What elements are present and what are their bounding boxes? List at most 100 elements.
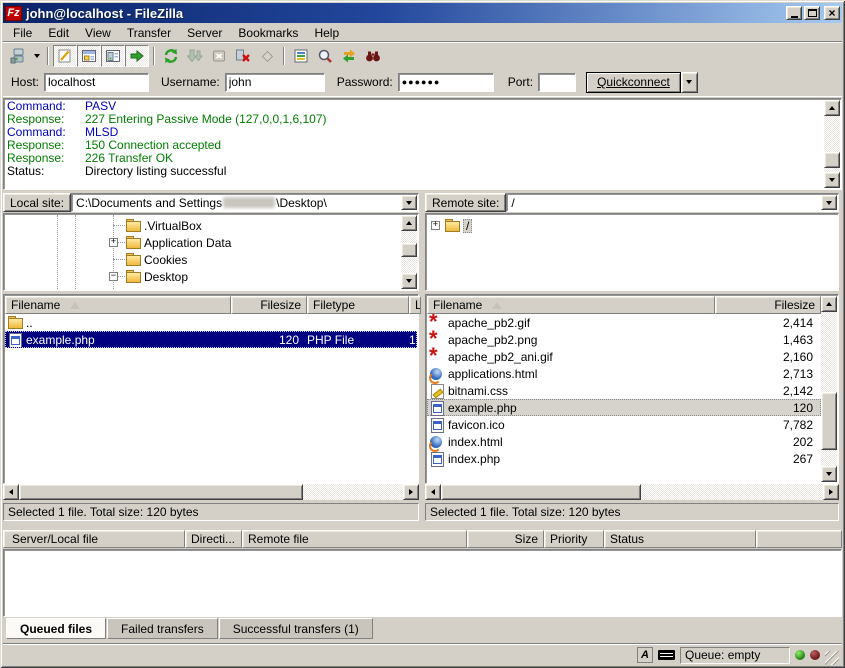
- file-row[interactable]: apache_pb2_ani.gif2,160: [427, 348, 821, 365]
- arrow-down-icon: [829, 178, 835, 182]
- column-header-filetype[interactable]: Filetype: [307, 296, 409, 314]
- toggle-message-log-button[interactable]: [53, 45, 77, 67]
- remote-site-combo[interactable]: /: [506, 193, 839, 212]
- scroll-up-button[interactable]: [821, 296, 837, 312]
- file-row[interactable]: apache_pb2.gif2,414: [427, 314, 821, 331]
- collapse-icon[interactable]: −: [109, 272, 118, 281]
- refresh-button[interactable]: [159, 45, 183, 67]
- scroll-thumb[interactable]: [19, 484, 303, 500]
- scroll-thumb[interactable]: [824, 152, 840, 168]
- local-tree-scrollbar[interactable]: [401, 215, 417, 289]
- column-header-server-local-file[interactable]: Server/Local file: [3, 530, 185, 548]
- remote-site-combo-dropdown[interactable]: [821, 195, 837, 210]
- username-input[interactable]: [225, 73, 325, 92]
- scroll-up-button[interactable]: [824, 100, 840, 116]
- local-pane-status: Selected 1 file. Total size: 120 bytes: [3, 503, 419, 521]
- port-input[interactable]: [538, 73, 576, 92]
- tree-item-application-data[interactable]: + Application Data: [5, 234, 383, 251]
- filezilla-app-icon[interactable]: Fz: [5, 6, 22, 21]
- scroll-down-button[interactable]: [821, 466, 837, 482]
- tree-item-desktop[interactable]: − Desktop: [5, 268, 383, 285]
- expand-icon[interactable]: +: [109, 238, 118, 247]
- column-header-filename[interactable]: Filename: [5, 296, 231, 314]
- tab-successful-transfers[interactable]: Successful transfers (1): [219, 618, 373, 639]
- column-header-filename[interactable]: Filename: [427, 296, 715, 314]
- tree-item-root[interactable]: + /: [426, 217, 837, 234]
- tree-item-virtualbox[interactable]: .VirtualBox: [5, 217, 383, 234]
- scroll-up-button[interactable]: [401, 215, 417, 231]
- minimize-button[interactable]: [786, 6, 802, 20]
- scroll-left-button[interactable]: [3, 484, 19, 500]
- title-bar[interactable]: Fz john@localhost - FileZilla ×: [3, 3, 842, 23]
- file-row[interactable]: applications.html2,713: [427, 365, 821, 382]
- file-name: bitnami.css: [448, 384, 508, 398]
- toggle-remote-tree-button[interactable]: [101, 45, 125, 67]
- file-row[interactable]: index.php267: [427, 450, 821, 467]
- file-row[interactable]: favicon.ico7,782: [427, 416, 821, 433]
- file-row[interactable]: bitnami.css2,142: [427, 382, 821, 399]
- arrow-left-icon: [431, 489, 435, 495]
- menu-server[interactable]: Server: [179, 25, 230, 41]
- maximize-button[interactable]: [804, 6, 820, 20]
- password-input[interactable]: [398, 73, 494, 92]
- scroll-right-button[interactable]: [403, 484, 419, 500]
- menu-view[interactable]: View: [77, 25, 119, 41]
- tree-item-cookies[interactable]: Cookies: [5, 251, 383, 268]
- column-header-status[interactable]: Status: [604, 530, 756, 548]
- remote-list-scrollbar[interactable]: [821, 296, 837, 482]
- local-site-combo[interactable]: C:\Documents and Settings\Desktop\: [71, 193, 419, 212]
- scroll-down-button[interactable]: [401, 273, 417, 289]
- abort-button[interactable]: [255, 45, 279, 67]
- remote-hscrollbar[interactable]: [425, 484, 839, 500]
- local-site-combo-dropdown[interactable]: [401, 195, 417, 210]
- disconnect-button[interactable]: [231, 45, 255, 67]
- toggle-transfer-queue-button[interactable]: [125, 45, 149, 67]
- scroll-thumb[interactable]: [401, 243, 417, 257]
- column-header-filesize[interactable]: Filesize: [231, 296, 307, 314]
- scroll-thumb[interactable]: [441, 484, 641, 500]
- cancel-operation-button[interactable]: [207, 45, 231, 67]
- menu-edit[interactable]: Edit: [40, 25, 77, 41]
- scroll-left-button[interactable]: [425, 484, 441, 500]
- speed-limit-icon[interactable]: [658, 650, 675, 660]
- file-row[interactable]: index.html202: [427, 433, 821, 450]
- column-header-filesize[interactable]: Filesize: [715, 296, 821, 314]
- menu-file[interactable]: File: [5, 25, 40, 41]
- scroll-right-button[interactable]: [823, 484, 839, 500]
- menu-bookmarks[interactable]: Bookmarks: [230, 25, 306, 41]
- process-queue-button[interactable]: [183, 45, 207, 67]
- log-label: Status:: [7, 165, 85, 178]
- file-row[interactable]: apache_pb2.png1,463: [427, 331, 821, 348]
- column-header-direction[interactable]: Directi...: [185, 530, 242, 548]
- resize-grip[interactable]: [825, 651, 839, 665]
- site-manager-dropdown[interactable]: [30, 45, 43, 67]
- directory-filter-button[interactable]: [289, 45, 313, 67]
- menu-transfer[interactable]: Transfer: [119, 25, 179, 41]
- column-header-size[interactable]: Size: [467, 530, 544, 548]
- scroll-thumb[interactable]: [821, 392, 837, 450]
- site-manager-button[interactable]: [6, 45, 30, 67]
- find-files-button[interactable]: [361, 45, 385, 67]
- expand-icon[interactable]: +: [431, 221, 440, 230]
- toggle-local-tree-button[interactable]: [77, 45, 101, 67]
- queue-body[interactable]: [3, 549, 842, 617]
- transfer-type-indicator[interactable]: A: [637, 647, 653, 663]
- column-header-remote-file[interactable]: Remote file: [242, 530, 467, 548]
- directory-comparison-button[interactable]: [313, 45, 337, 67]
- host-input[interactable]: [44, 73, 149, 92]
- column-header-last-modified[interactable]: L: [409, 296, 421, 314]
- tab-queued-files[interactable]: Queued files: [6, 618, 106, 639]
- log-scrollbar[interactable]: [824, 100, 840, 188]
- local-hscrollbar[interactable]: [3, 484, 419, 500]
- column-header-priority[interactable]: Priority: [544, 530, 604, 548]
- file-row-example-php[interactable]: example.php 120 PHP File 1: [5, 331, 417, 348]
- menu-help[interactable]: Help: [306, 25, 347, 41]
- file-row-parent-dir[interactable]: ..: [5, 314, 417, 331]
- quickconnect-button[interactable]: Quickconnect: [586, 72, 681, 93]
- file-row-selected[interactable]: example.php120: [427, 399, 821, 416]
- tab-failed-transfers[interactable]: Failed transfers: [107, 618, 218, 639]
- synchronized-browsing-button[interactable]: [337, 45, 361, 67]
- close-button[interactable]: ×: [824, 6, 840, 20]
- quickconnect-dropdown[interactable]: [681, 72, 698, 93]
- scroll-down-button[interactable]: [824, 172, 840, 188]
